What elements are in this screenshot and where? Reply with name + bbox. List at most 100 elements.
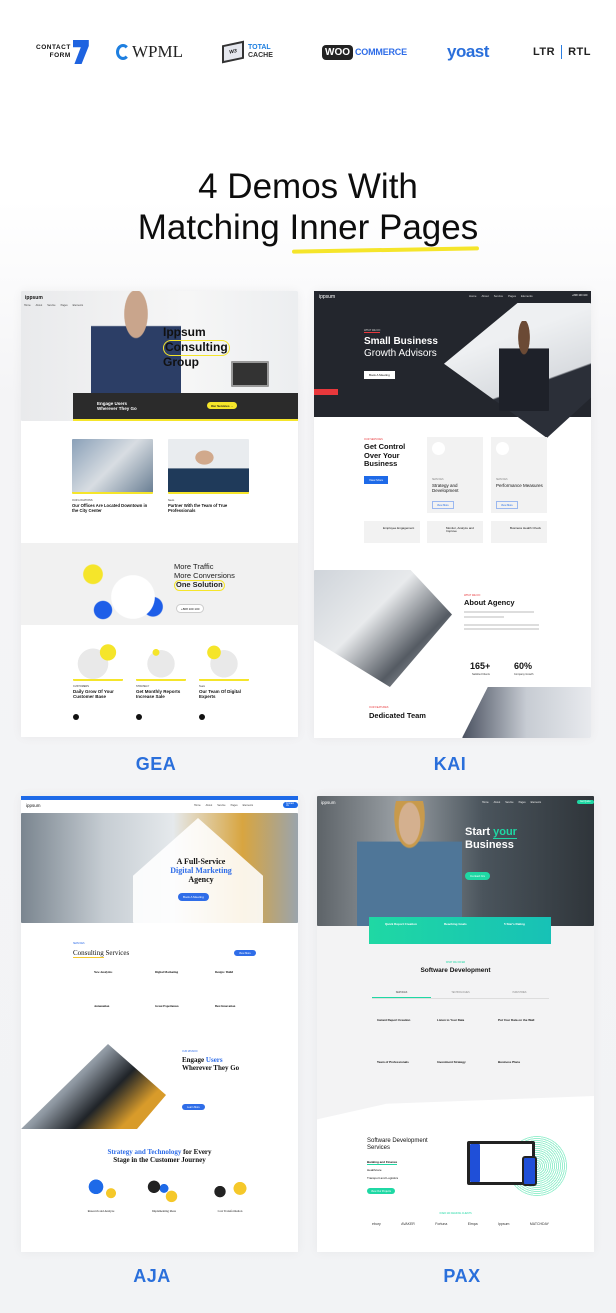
service-item: Great Experiences — [155, 1004, 179, 1008]
small-service[interactable]: Employee Engagement — [364, 521, 420, 543]
gea-phone-button[interactable]: +808 100 100 — [176, 604, 205, 613]
demo-label-aja[interactable]: AJA — [82, 1266, 222, 1287]
aja-book-button[interactable]: Book A Meeting — [178, 893, 209, 901]
nav-pages[interactable]: Pages — [508, 294, 516, 298]
service-card[interactable]: SERVICES Strategy and Development View M… — [427, 437, 483, 513]
aja-services-title: Consulting Services — [73, 949, 129, 958]
nav-home[interactable]: Home — [482, 801, 489, 804]
kai-services-eyebrow: OUR SERVICES — [364, 438, 383, 441]
feature-title[interactable]: Daily Grow Of Your Customer Base — [73, 689, 128, 699]
stat-value: 60% — [514, 661, 533, 671]
nav-elements[interactable]: Elements — [521, 294, 533, 298]
nav-about[interactable]: About — [36, 304, 43, 307]
kai-team-image — [462, 687, 591, 738]
research-illustration — [76, 1174, 126, 1206]
tab-services[interactable]: SERVICES — [372, 992, 431, 998]
small-service[interactable]: Business Health Check — [491, 521, 547, 543]
feature-illustration — [73, 641, 123, 681]
small-service-label: Employee Engagement — [383, 526, 415, 530]
arrow-button[interactable] — [199, 714, 205, 720]
tab-technologies[interactable]: TECHNOLOGIES — [431, 992, 490, 998]
services-list-item[interactable]: Transport and Logistics — [367, 1176, 398, 1180]
nav-service[interactable]: Service — [47, 304, 55, 307]
demo-card-aja[interactable]: ippsum Home About Service Pages Elements Con… — [21, 796, 298, 1252]
heading-line2-prefix: Matching — [137, 208, 290, 247]
nav-about[interactable]: About — [481, 294, 488, 298]
nav-pages[interactable]: Pages — [519, 801, 526, 804]
software-tabs: SERVICES TECHNOLOGIES INDUSTRIES — [372, 992, 549, 999]
kai-logo[interactable]: ippsum — [319, 294, 335, 300]
post-title[interactable]: Partner With the Team of True Profession… — [168, 503, 250, 514]
pax-hero-line2: Business — [465, 838, 514, 851]
feature-tag: STRATEGY — [136, 685, 150, 688]
phone-mockup — [522, 1156, 537, 1186]
pax-projects-button[interactable]: View Our Projects — [367, 1188, 395, 1194]
tab-industries[interactable]: INDUSTRIES — [490, 992, 549, 998]
demo-card-gea[interactable]: ippsum Home About Service Pages Elements Ipp… — [21, 291, 298, 737]
strategy-item: Research and Analyze — [87, 1209, 115, 1213]
aja-logo[interactable]: ippsum — [26, 803, 41, 808]
arrow-button[interactable] — [136, 714, 142, 720]
kai-about-image — [314, 570, 452, 687]
laptop — [231, 361, 269, 387]
pax-strip: Quick Report Creation Reaching Goals 5 S… — [369, 917, 551, 944]
pax-contact-button[interactable]: Contact Us — [465, 872, 490, 880]
strategy-line2: Stage in the Customer Journey — [113, 1156, 206, 1165]
nav-pages[interactable]: Pages — [231, 804, 238, 807]
nav-elements[interactable]: Elements — [531, 801, 541, 804]
pax-hero-person — [357, 801, 462, 926]
services-list-item[interactable]: Banking and Finance — [367, 1160, 398, 1166]
kai-view-more-button[interactable]: View More — [364, 476, 389, 484]
team-eyebrow: OUR FEATURES — [369, 706, 389, 709]
client-logo: AVAKER — [401, 1222, 415, 1226]
software-item: Business Plans — [498, 1060, 521, 1064]
aja-engage-image — [21, 1044, 166, 1129]
nav-service[interactable]: Service — [505, 801, 513, 804]
nav-service[interactable]: Service — [217, 804, 225, 807]
nav-pages[interactable]: Pages — [61, 304, 68, 307]
post-title[interactable]: Our Offices Are Located Downtown in the … — [72, 503, 154, 514]
demo-label-kai[interactable]: KAI — [380, 754, 520, 775]
kai-hero-person — [499, 321, 549, 411]
small-service-label: Monitor, Analyze and Improve — [446, 526, 474, 534]
arrow-button[interactable] — [73, 714, 79, 720]
card-button[interactable]: View More — [432, 501, 454, 509]
nav-elements[interactable]: Elements — [73, 304, 83, 307]
pax-logo[interactable]: ippsum — [321, 800, 336, 805]
software-title: Software Development — [420, 967, 491, 974]
demo-card-kai[interactable]: ippsum Home About Service Pages Elements +80… — [314, 291, 591, 738]
feature-title[interactable]: Our Team Of Digital Experts — [199, 689, 254, 699]
feature-title[interactable]: Get Monthly Reports Increase Sale — [136, 689, 191, 699]
gea-services-button[interactable]: Our Services → — [207, 402, 238, 409]
nav-about[interactable]: About — [206, 804, 213, 807]
transformation-illustration — [205, 1174, 255, 1206]
strategy-highlight: Strategy and Technology — [107, 1148, 182, 1156]
stat-value: 165+ — [470, 661, 491, 671]
contact-form-7-logo: CONTACT FORM — [36, 30, 89, 74]
aja-contact-button[interactable]: Contact Us — [283, 802, 298, 808]
nav-home[interactable]: Home — [194, 804, 201, 807]
aja-view-more-button[interactable]: View More — [234, 950, 256, 956]
nav-home[interactable]: Home — [24, 304, 31, 307]
kai-book-button[interactable]: Book A Meeting — [364, 371, 395, 379]
gea-logo[interactable]: ippsum — [25, 295, 43, 301]
woo-badge: WOO — [322, 44, 353, 60]
service-card[interactable]: SERVICES Performance Measures View More — [491, 437, 547, 513]
pax-quote-button[interactable]: Get Quote — [577, 800, 594, 804]
laptop-sidebar — [470, 1144, 480, 1182]
wpml-logo: WPML — [116, 30, 183, 74]
services-list-item[interactable]: Healthcare — [367, 1168, 382, 1172]
kai-services-title: Get Control Over Your Business — [364, 442, 406, 469]
card-button[interactable]: View More — [496, 501, 518, 509]
demo-label-pax[interactable]: PAX — [392, 1266, 532, 1287]
nav-service[interactable]: Service — [494, 294, 503, 298]
service-item: Best Innovation — [215, 1004, 236, 1008]
nav-home[interactable]: Home — [469, 294, 476, 298]
demo-label-gea[interactable]: GEA — [86, 754, 226, 775]
nav-elements[interactable]: Elements — [243, 804, 253, 807]
aja-learn-more-button[interactable]: Learn More — [182, 1104, 205, 1110]
demo-card-pax[interactable]: ippsum Home About Service Pages Elements Get… — [317, 796, 594, 1252]
small-service[interactable]: Monitor, Analyze and Improve — [427, 521, 483, 543]
kai-phone[interactable]: +808 100 100 — [572, 294, 587, 297]
nav-about[interactable]: About — [494, 801, 501, 804]
